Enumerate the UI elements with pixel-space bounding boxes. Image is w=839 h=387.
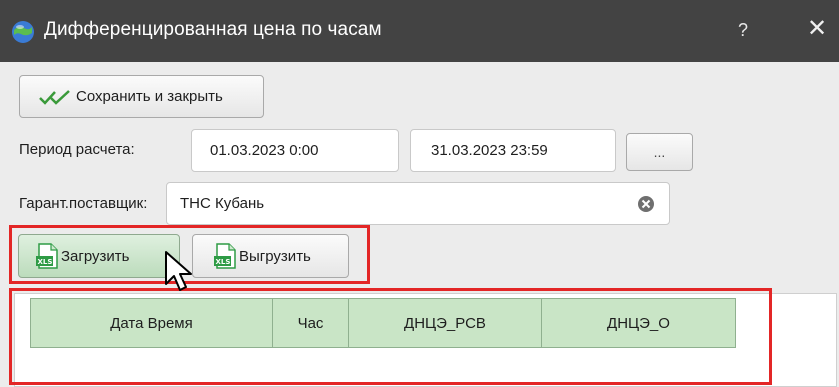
unload-label: Выгрузить: [239, 247, 311, 265]
globe-icon: [12, 21, 34, 43]
column-header-hour[interactable]: Час: [273, 299, 349, 347]
mouse-cursor-icon: [165, 251, 192, 291]
load-button[interactable]: XLS Загрузить: [18, 234, 180, 278]
period-end-field[interactable]: 31.03.2023 23:59: [410, 129, 616, 172]
grid-header-row: Дата Время Час ДНЦЭ_РСВ ДНЦЭ_О: [30, 298, 736, 348]
period-end-value: 31.03.2023 23:59: [431, 142, 548, 159]
svg-text:XLS: XLS: [216, 258, 231, 266]
close-button[interactable]: ✕: [800, 12, 834, 46]
help-button[interactable]: ?: [728, 15, 758, 45]
title-bar: Дифференцированная цена по часам ? ✕: [0, 0, 839, 62]
save-and-close-label: Сохранить и закрыть: [76, 88, 223, 105]
supplier-value: ТНС Кубань: [180, 195, 265, 212]
unload-button[interactable]: XLS Выгрузить: [192, 234, 349, 278]
excel-icon: XLS: [214, 243, 236, 269]
column-header-dncz-o[interactable]: ДНЦЭ_О: [542, 299, 735, 347]
save-and-close-button[interactable]: Сохранить и закрыть: [19, 75, 264, 118]
period-picker-button[interactable]: ...: [626, 133, 693, 171]
supplier-field[interactable]: ТНС Кубань: [166, 182, 670, 225]
period-start-field[interactable]: 01.03.2023 0:00: [191, 129, 399, 172]
svg-text:XLS: XLS: [38, 258, 53, 266]
period-label: Период расчета:: [19, 141, 135, 158]
load-label: Загрузить: [61, 247, 130, 265]
double-check-icon: [39, 89, 70, 105]
column-header-datetime[interactable]: Дата Время: [31, 299, 273, 347]
period-start-value: 01.03.2023 0:00: [210, 142, 319, 159]
excel-icon: XLS: [36, 243, 58, 269]
supplier-label: Гарант.поставщик:: [19, 195, 148, 212]
window-title: Дифференцированная цена по часам: [44, 19, 382, 40]
clear-icon[interactable]: [637, 195, 655, 213]
column-header-dncz-rsv[interactable]: ДНЦЭ_РСВ: [349, 299, 542, 347]
